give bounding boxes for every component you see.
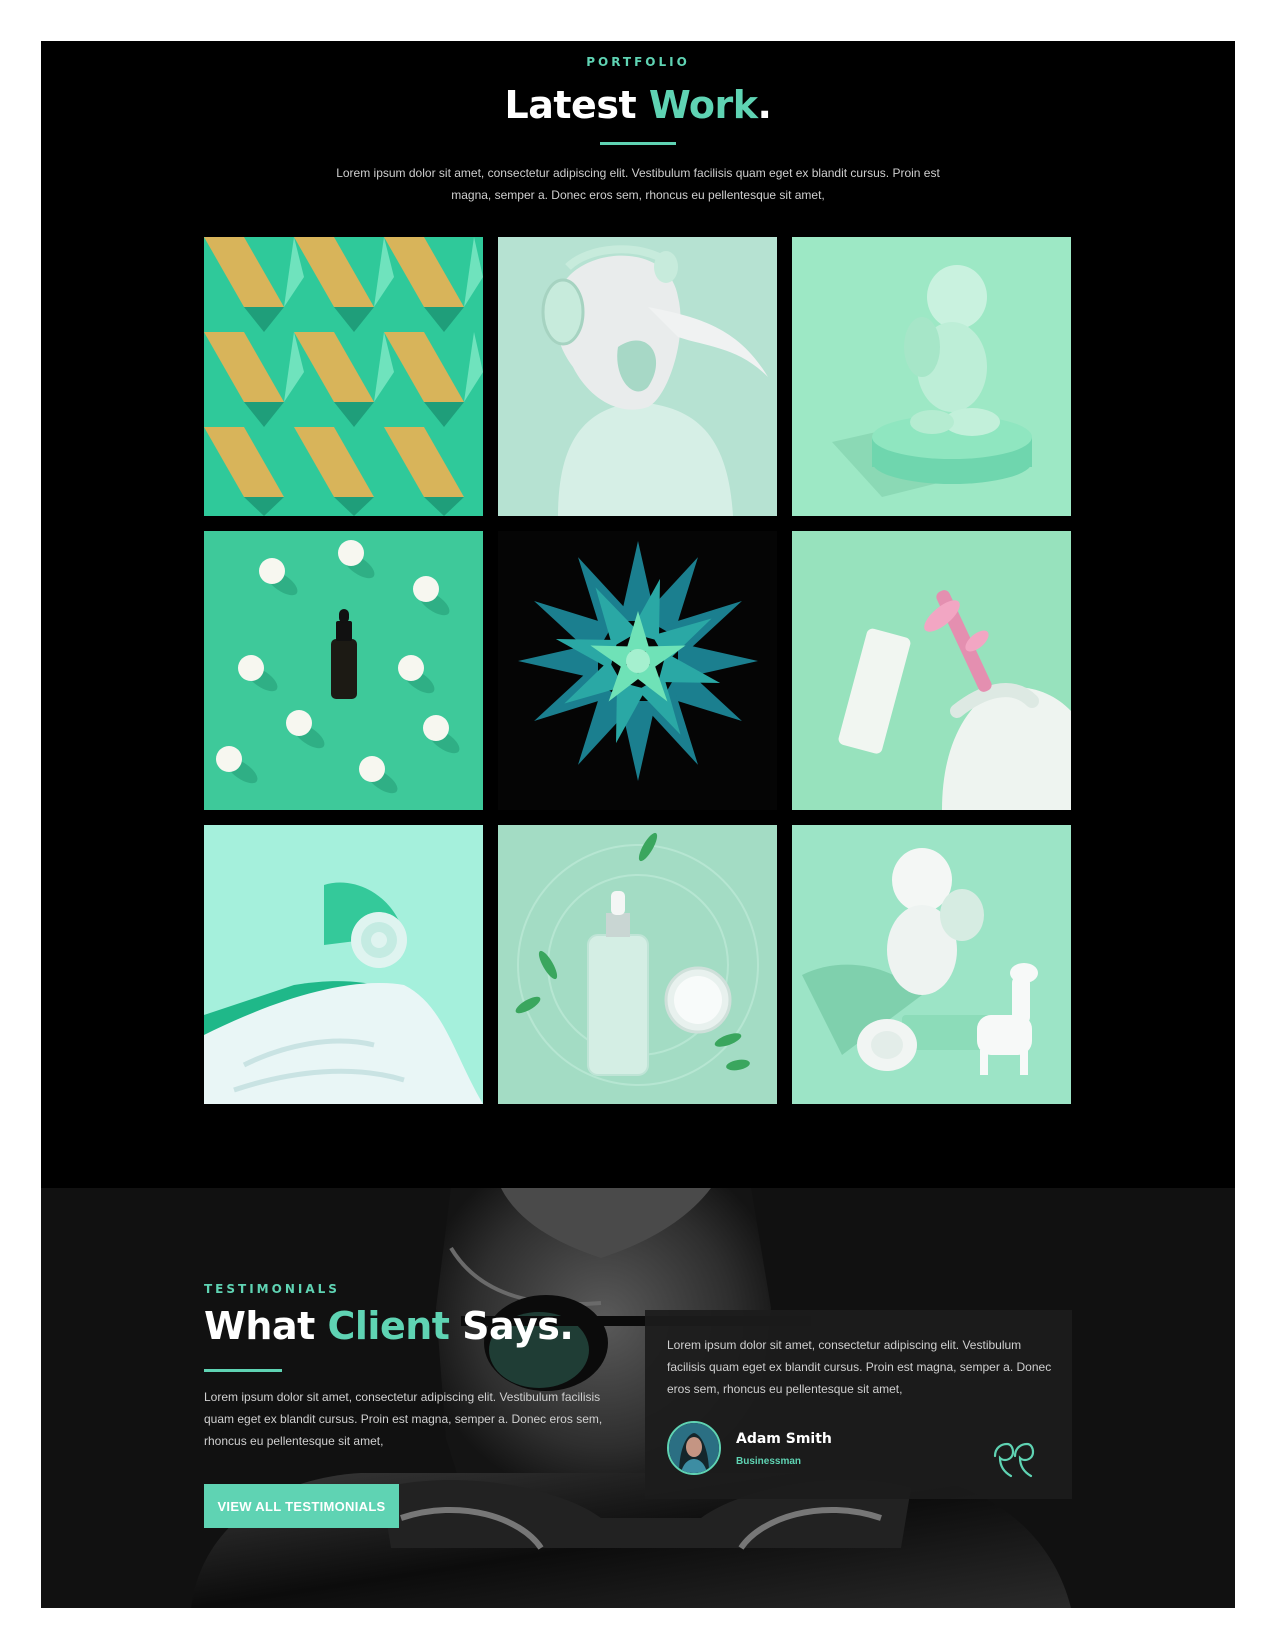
- testimonials-title-end: Says.: [449, 1304, 574, 1348]
- portfolio-item-serum-spheres[interactable]: [204, 531, 483, 810]
- serum-spheres-image: [204, 531, 483, 810]
- woman-headphones-image: [498, 237, 777, 516]
- portfolio-item-face-roller[interactable]: [792, 531, 1071, 810]
- portfolio-title-underline: [600, 142, 676, 145]
- cherub-llama-image: [792, 825, 1071, 1104]
- portfolio-intro: Lorem ipsum dolor sit amet, consectetur …: [336, 166, 940, 202]
- testimonial-quote: Lorem ipsum dolor sit amet, consectetur …: [667, 1338, 1052, 1396]
- face-roller-image: [792, 531, 1071, 810]
- portfolio-title-accent: Work: [648, 83, 758, 127]
- cherub-statue-image: [792, 237, 1071, 516]
- quote-icon: [993, 1442, 1035, 1478]
- portfolio-eyebrow: PORTFOLIO: [586, 55, 690, 69]
- geometric-pattern-image: [204, 237, 483, 516]
- paper-flower-image: [498, 531, 777, 810]
- testimonials-section: TESTIMONIALS What Client Says. Lorem ips…: [41, 1188, 1235, 1608]
- testimonials-eyebrow: TESTIMONIALS: [204, 1282, 340, 1296]
- testimonials-title-underline: [204, 1369, 282, 1372]
- portfolio-title-part1: Latest: [504, 83, 649, 127]
- portfolio-title-end: .: [757, 83, 772, 127]
- portfolio-item-cherub-llama[interactable]: [792, 825, 1071, 1104]
- testimonials-title-part1: What: [204, 1304, 328, 1348]
- avatar-photo: [669, 1423, 719, 1473]
- page: PORTFOLIO Latest Work. Lorem ipsum dolor…: [41, 41, 1235, 1608]
- rose-fabric-image: [204, 825, 483, 1104]
- client-name: Adam Smith: [736, 1431, 832, 1447]
- portfolio-item-serum-jar[interactable]: [498, 825, 777, 1104]
- view-all-testimonials-button[interactable]: VIEW ALL TESTIMONIALS: [204, 1484, 399, 1528]
- testimonials-title: What Client Says.: [204, 1304, 574, 1348]
- portfolio-title: Latest Work.: [41, 83, 1235, 127]
- serum-jar-image: [498, 825, 777, 1104]
- portfolio-grid: [204, 237, 1072, 1105]
- testimonials-title-accent: Client: [327, 1304, 450, 1348]
- portfolio-item-cherub[interactable]: [792, 237, 1071, 516]
- client-role: Businessman: [736, 1456, 802, 1467]
- avatar: [667, 1421, 721, 1475]
- portfolio-item-headphones[interactable]: [498, 237, 777, 516]
- testimonials-intro: Lorem ipsum dolor sit amet, consectetur …: [204, 1390, 603, 1448]
- portfolio-item-rose-fabric[interactable]: [204, 825, 483, 1104]
- testimonial-card: Lorem ipsum dolor sit amet, consectetur …: [645, 1310, 1072, 1499]
- portfolio-section: PORTFOLIO Latest Work. Lorem ipsum dolor…: [41, 41, 1235, 1188]
- portfolio-item-geometric[interactable]: [204, 237, 483, 516]
- portfolio-item-paper-flower[interactable]: [498, 531, 777, 810]
